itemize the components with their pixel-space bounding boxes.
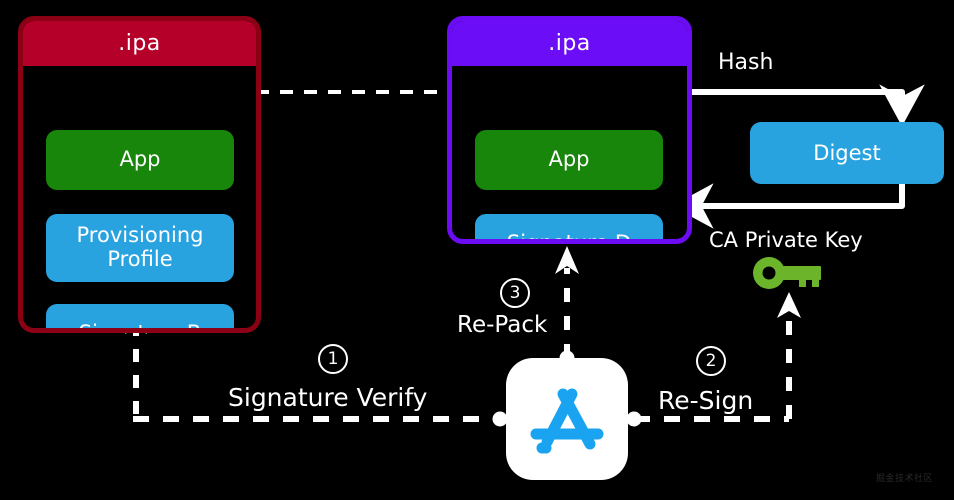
label-signature-verify: Signature Verify [228, 383, 428, 412]
step-marker-2: 2 [696, 346, 726, 376]
app-store-icon[interactable] [506, 358, 628, 480]
arrowhead-to-key [777, 292, 801, 318]
link-digest-to-signature [671, 181, 905, 229]
watermark: 掘金技术社区 [876, 474, 934, 484]
chip-app-left[interactable]: App [46, 130, 234, 190]
package-right-ipa: .ipa App Signature D [447, 16, 692, 244]
chip-signature-b[interactable]: Signature B [46, 304, 234, 328]
app-store-glyph [530, 388, 604, 454]
node-digest[interactable]: Digest [750, 122, 944, 184]
chip-provisioning-profile[interactable]: Provisioning Profile [46, 214, 234, 282]
label-ca-private-key: CA Private Key [709, 228, 863, 252]
chip-signature-d[interactable]: Signature D [475, 214, 663, 239]
junction-dot-right [626, 411, 642, 427]
label-re-pack: Re-Pack [457, 312, 548, 338]
package-left-header: .ipa [23, 21, 256, 66]
package-left-ipa: .ipa App Provisioning Profile Signature … [18, 16, 261, 333]
step-marker-3: 3 [500, 278, 530, 308]
package-right-header: .ipa [452, 21, 687, 66]
chip-app-right[interactable]: App [475, 130, 663, 190]
step-marker-1: 1 [318, 344, 348, 374]
label-re-sign: Re-Sign [658, 386, 754, 415]
label-hash: Hash [718, 50, 774, 75]
diagram-canvas: .ipa App Provisioning Profile Signature … [0, 0, 954, 500]
link-app-to-digest [662, 84, 925, 127]
key-icon [753, 257, 821, 289]
